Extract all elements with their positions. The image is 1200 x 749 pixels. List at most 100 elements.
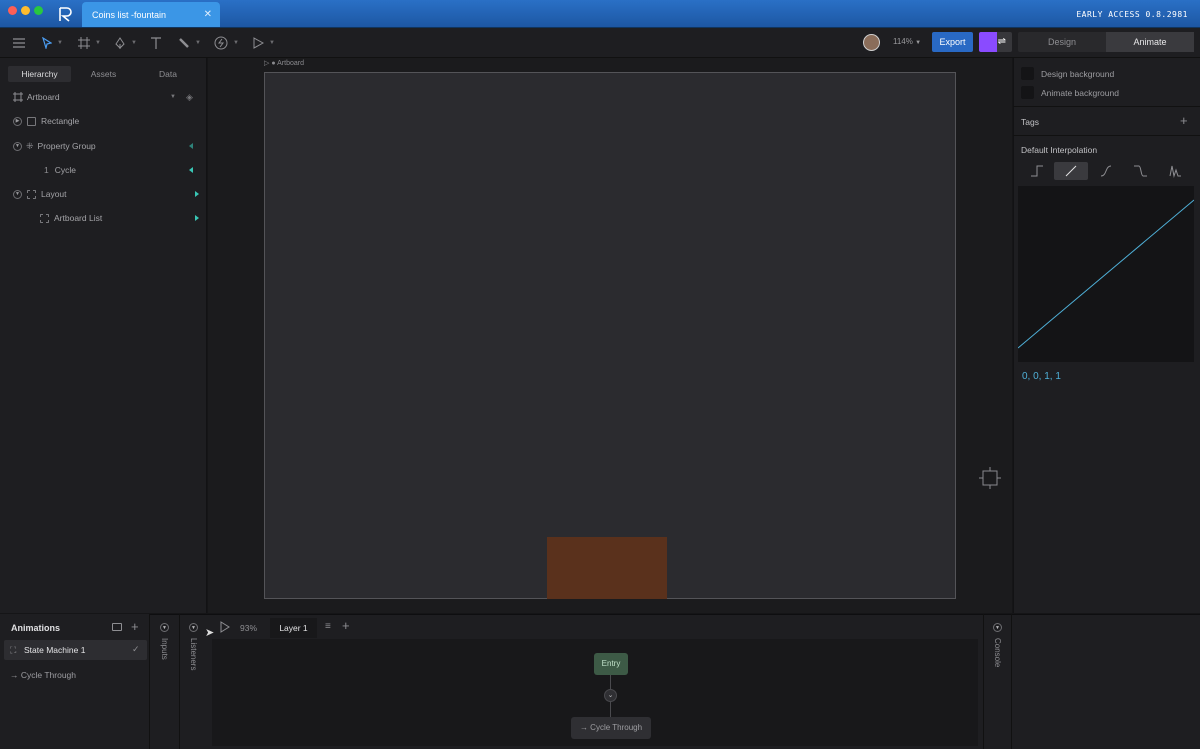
- avatar[interactable]: [863, 34, 880, 51]
- tree-item-label: Rectangle: [41, 116, 80, 126]
- add-tag-icon[interactable]: +: [1180, 113, 1188, 128]
- play-tool[interactable]: ▼: [252, 34, 275, 52]
- folder-icon[interactable]: [112, 623, 122, 631]
- linear-curve-line: [1017, 199, 1195, 349]
- collapse-icon[interactable]: ▼: [993, 623, 1002, 632]
- animate-mode-tab[interactable]: Animate: [1106, 32, 1194, 52]
- check-icon: ✓: [132, 644, 140, 654]
- text-tool[interactable]: [150, 34, 162, 52]
- collapse-icon[interactable]: ▼: [13, 141, 22, 151]
- cubic-curve-icon: [1100, 165, 1112, 177]
- artboard-tool[interactable]: ▼: [78, 34, 101, 52]
- expand-icon[interactable]: ▶: [13, 116, 22, 126]
- document-tab-title: Coins list -fountain: [92, 10, 167, 20]
- bone-tool[interactable]: ▼: [178, 34, 201, 52]
- bounce-interpolation-button[interactable]: [1158, 162, 1192, 180]
- minimize-window-button[interactable]: [21, 6, 30, 15]
- list-item[interactable]: → Cycle Through: [10, 670, 76, 680]
- inputs-panel[interactable]: ▼ Inputs: [151, 614, 180, 749]
- entry-node[interactable]: Entry: [594, 653, 628, 675]
- swap-mode-button[interactable]: ⇌: [979, 32, 1012, 52]
- tree-item-cycle[interactable]: 1 Cycle: [0, 161, 207, 179]
- pen-tool[interactable]: ▼: [114, 34, 137, 52]
- zoom-level[interactable]: 114% ▼: [893, 37, 921, 46]
- tree-item-label: Artboard List: [54, 213, 103, 223]
- maximize-window-button[interactable]: [34, 6, 43, 15]
- artboard-label[interactable]: ▷ ● Artboard: [264, 59, 304, 67]
- elastic-interpolation-button[interactable]: [1123, 162, 1157, 180]
- interpolation-values[interactable]: 0, 0, 1, 1: [1022, 371, 1061, 382]
- animations-panel: Animations + ⛶ State Machine 1 ✓ → Cycle…: [0, 614, 150, 749]
- tree-item-property-group[interactable]: ▼ ⁜ Property Group: [0, 137, 207, 155]
- play-state-machine-button[interactable]: [220, 621, 230, 635]
- crop-icon[interactable]: [979, 467, 1001, 489]
- collapse-icon[interactable]: ▼: [13, 189, 22, 199]
- cycle-through-node[interactable]: → Cycle Through: [571, 717, 651, 739]
- chevron-down-icon: ▼: [915, 40, 922, 46]
- tag-icon[interactable]: ◈: [186, 92, 193, 103]
- tree-item-artboard[interactable]: Artboard ▼ ◈: [0, 88, 207, 106]
- tree-item-rectangle[interactable]: ▶ Rectangle: [0, 112, 207, 130]
- linear-curve-icon: [1065, 165, 1077, 177]
- tab-layer-1[interactable]: Layer 1: [270, 618, 317, 638]
- listeners-panel[interactable]: ▼ Listeners: [181, 614, 208, 749]
- linear-interpolation-button[interactable]: [1054, 162, 1088, 180]
- layers-menu-icon[interactable]: ≡: [325, 621, 331, 632]
- add-layer-icon[interactable]: +: [342, 618, 350, 633]
- tab-hierarchy[interactable]: Hierarchy: [8, 66, 71, 82]
- mouse-cursor-icon: ➤: [205, 627, 215, 639]
- lightning-circle-icon: [214, 36, 228, 50]
- play-icon[interactable]: ▷: [264, 60, 269, 67]
- state-machine-icon: ⛶: [10, 645, 17, 655]
- collapse-icon[interactable]: ▼: [189, 623, 198, 632]
- pen-icon: [115, 37, 125, 49]
- add-animation-icon[interactable]: +: [131, 619, 139, 634]
- console-panel[interactable]: ▼ Console: [983, 614, 1012, 749]
- animation-label: Cycle Through: [20, 670, 76, 680]
- animate-background-swatch[interactable]: [1021, 86, 1034, 99]
- select-tool[interactable]: ▼: [42, 34, 63, 52]
- property-index: 1: [44, 165, 49, 175]
- artboard-list-icon: [40, 213, 49, 223]
- keyframe-icon[interactable]: [195, 215, 199, 221]
- hold-interpolation-button[interactable]: [1020, 162, 1054, 180]
- keyframe-icon[interactable]: [195, 191, 199, 197]
- tags-title: Tags: [1021, 117, 1039, 127]
- close-window-button[interactable]: [8, 6, 17, 15]
- export-button[interactable]: Export: [932, 32, 973, 52]
- keyframe-icon[interactable]: [189, 167, 193, 173]
- tab-assets[interactable]: Assets: [71, 66, 136, 82]
- toolbar: ▼ ▼ ▼ ▼ ▼ ▼ 114% ▼ Export ⇌ Design Anima…: [0, 28, 1200, 58]
- console-label: Console: [993, 638, 1002, 668]
- rectangle-icon: [27, 116, 36, 126]
- close-tab-icon[interactable]: ✕: [204, 9, 212, 20]
- artboard[interactable]: [264, 72, 956, 599]
- hierarchy-panel: Hierarchy Assets Data Artboard ▼ ◈ ▶ Rec…: [0, 58, 207, 613]
- design-mode-tab[interactable]: Design: [1018, 32, 1106, 52]
- rectangle-shape[interactable]: [547, 537, 667, 599]
- tree-item-layout[interactable]: ▼ Layout: [0, 185, 207, 203]
- tab-data[interactable]: Data: [136, 66, 200, 82]
- menu-icon[interactable]: [13, 34, 25, 52]
- constraint-tool[interactable]: ▼: [214, 34, 239, 52]
- animate-background-label: Animate background: [1041, 88, 1119, 98]
- design-background-label: Design background: [1041, 69, 1115, 79]
- tree-item-label: Artboard: [27, 92, 60, 102]
- zoom-value: 114%: [893, 37, 913, 46]
- state-machine-graph[interactable]: Entry ⌄ → Cycle Through: [212, 639, 978, 746]
- dot-icon: ●: [271, 60, 276, 67]
- collapse-icon[interactable]: ▼: [160, 623, 169, 632]
- listeners-label: Listeners: [189, 638, 198, 671]
- keyframe-icon[interactable]: [189, 143, 193, 149]
- cubic-interpolation-button[interactable]: [1089, 162, 1123, 180]
- transition-chevron-icon[interactable]: ⌄: [604, 689, 617, 702]
- interpolation-graph[interactable]: [1017, 186, 1195, 362]
- list-item[interactable]: ⛶ State Machine 1 ✓: [4, 640, 147, 660]
- design-background-swatch[interactable]: [1021, 67, 1034, 80]
- tree-item-label: Layout: [41, 189, 67, 199]
- graph-zoom[interactable]: 93%: [240, 623, 257, 633]
- title-bar: Coins list -fountain ✕ EARLY ACCESS 0.8.…: [0, 0, 1200, 28]
- chevron-down-icon[interactable]: ▼: [170, 94, 176, 100]
- document-tab[interactable]: Coins list -fountain ✕: [82, 2, 220, 27]
- tree-item-artboard-list[interactable]: Artboard List: [0, 209, 207, 227]
